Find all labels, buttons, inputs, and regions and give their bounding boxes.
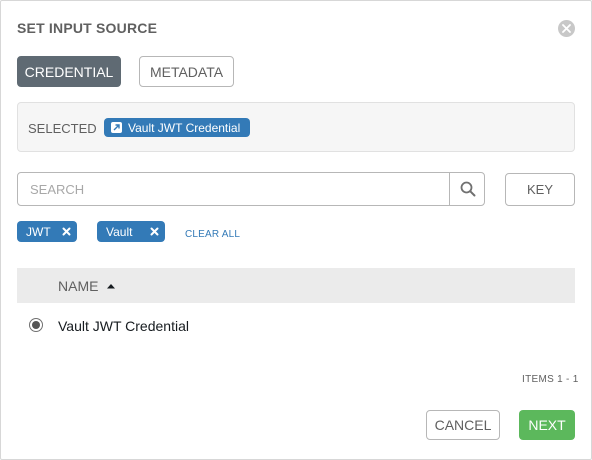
items-label: ITEMS <box>522 374 555 385</box>
cancel-button[interactable]: CANCEL <box>426 410 500 440</box>
column-header-label: NAME <box>58 278 99 294</box>
filter-tag-label: JWT <box>26 224 51 239</box>
next-button[interactable]: NEXT <box>519 410 575 440</box>
selected-chip-label: Vault JWT Credential <box>128 120 241 135</box>
sort-ascending-icon <box>107 284 116 289</box>
filter-tag-vault: Vault <box>97 221 165 242</box>
items-count: ITEMS 1 - 1 <box>522 374 579 385</box>
clear-all-link[interactable]: CLEAR ALL <box>185 229 240 240</box>
selected-panel: SELECTED Vault JWT Credential <box>17 102 575 152</box>
radio-selected-dot <box>32 321 40 329</box>
row-radio-button[interactable] <box>29 318 43 332</box>
items-range: 1 - 1 <box>557 374 579 385</box>
search-button[interactable] <box>449 173 485 205</box>
row-name: Vault JWT Credential <box>58 318 189 334</box>
close-button[interactable] <box>558 20 575 37</box>
search-box <box>17 172 485 206</box>
remove-tag-icon[interactable] <box>148 225 160 237</box>
search-icon <box>460 181 475 197</box>
search-input[interactable] <box>18 173 449 205</box>
dialog-title: SET INPUT SOURCE <box>17 20 158 36</box>
tab-credential[interactable]: CREDENTIAL <box>17 56 121 87</box>
filter-tag-label: Vault <box>106 224 133 239</box>
tab-metadata[interactable]: METADATA <box>139 56 234 87</box>
table-header: NAME <box>17 268 575 303</box>
filter-tag-jwt: JWT <box>17 221 77 242</box>
remove-tag-icon[interactable] <box>60 225 72 237</box>
key-button[interactable]: KEY <box>505 173 575 206</box>
close-icon <box>562 24 571 33</box>
selected-credential-chip[interactable]: Vault JWT Credential <box>104 118 251 137</box>
column-header-name[interactable]: NAME <box>58 278 116 294</box>
set-input-source-dialog: SET INPUT SOURCE CREDENTIAL METADATA SEL… <box>0 0 592 460</box>
table-row[interactable]: Vault JWT Credential <box>17 307 575 343</box>
selected-label: SELECTED <box>28 121 97 136</box>
external-link-icon <box>111 122 122 133</box>
